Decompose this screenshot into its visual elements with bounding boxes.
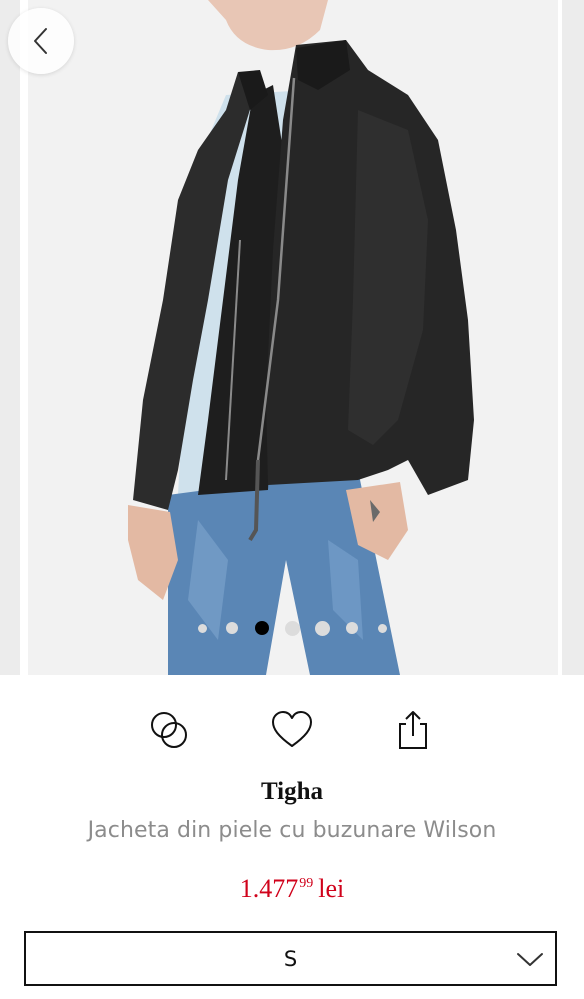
price-cents: 99: [299, 876, 314, 891]
price-main: 1.477: [239, 874, 299, 903]
chevron-left-icon: [34, 28, 47, 54]
chevron-down-icon: [517, 953, 543, 966]
size-selected-value: S: [283, 947, 298, 971]
gallery-pagination-dots: [0, 618, 584, 638]
product-actions: [0, 706, 584, 754]
pagination-dot[interactable]: [187, 623, 217, 633]
pagination-dot[interactable]: [307, 620, 337, 636]
favorite-button[interactable]: [268, 706, 316, 754]
compare-button[interactable]: [145, 706, 193, 754]
product-image-gallery[interactable]: [0, 0, 584, 675]
heart-icon: [272, 711, 312, 747]
pagination-dot[interactable]: [277, 620, 307, 636]
pagination-dot[interactable]: [337, 622, 367, 634]
share-button[interactable]: [389, 706, 437, 754]
next-image-peek: [562, 0, 584, 675]
size-select[interactable]: S: [24, 931, 557, 986]
previous-image-peek: [0, 0, 20, 675]
pagination-dot[interactable]: [367, 623, 397, 633]
product-title: Jacheta din piele cu buzunare Wilson: [87, 818, 497, 843]
product-brand[interactable]: Tigha: [0, 778, 584, 806]
product-photo[interactable]: [28, 0, 558, 675]
price-currency: lei: [318, 874, 345, 903]
back-button[interactable]: [8, 8, 74, 74]
compare-icon: [151, 712, 187, 748]
share-icon: [399, 711, 427, 749]
pagination-dot[interactable]: [217, 622, 247, 634]
product-price: 1.47799 lei: [0, 874, 584, 904]
pagination-dot-active[interactable]: [247, 621, 277, 635]
